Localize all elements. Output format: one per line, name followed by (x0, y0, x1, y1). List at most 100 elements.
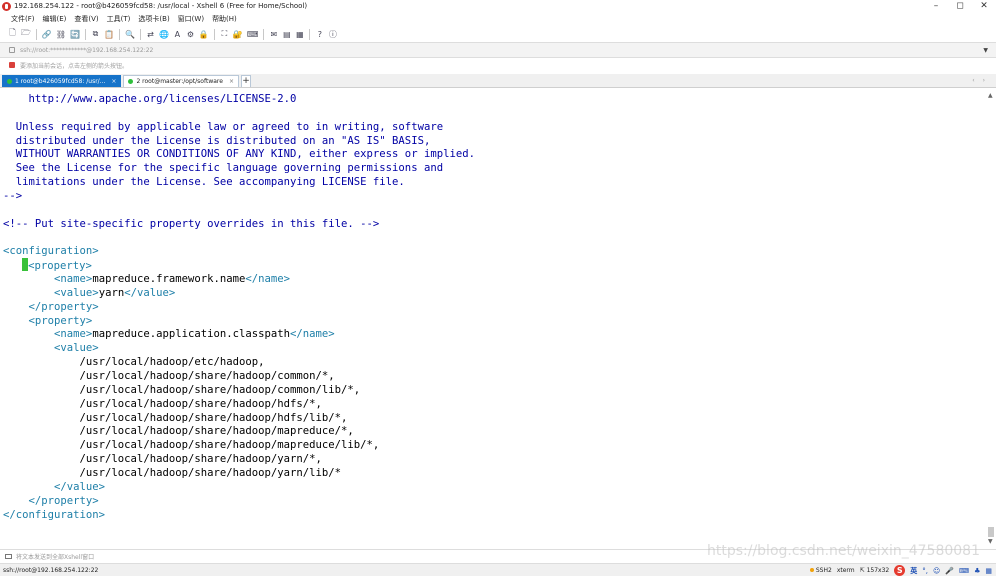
new-tab-button[interactable]: + (240, 75, 251, 87)
terminal-line: limitations under the License. See accom… (3, 176, 405, 189)
lock-icon[interactable]: 🔒 (198, 28, 210, 41)
terminal-line: distributed under the License is distrib… (3, 134, 431, 147)
tab-session-2[interactable]: 2 root@master:/opt/software × (123, 75, 239, 87)
scroll-up-icon[interactable]: ▲ (988, 92, 993, 99)
menu-edit[interactable]: 编辑(E) (43, 14, 67, 24)
toolbar-separator (85, 28, 87, 40)
close-tab-icon[interactable]: × (111, 78, 116, 85)
terminal-line: </value> (3, 480, 106, 493)
chevron-down-icon[interactable]: ▼ (983, 47, 988, 54)
connect-icon[interactable]: 🔗 (41, 28, 53, 41)
tab-session-1[interactable]: 1 root@b426059fcd58: /usr/... × (2, 75, 122, 87)
status-right-group: SSH2 xterm ⇱ 157x32 S 英 °, ☺ 🎤 ⌨ ♣ ▦ (809, 565, 992, 576)
terminal-line: <value>yarn</value> (54, 286, 176, 299)
toolbar-separator (309, 28, 311, 40)
transfer-icon[interactable]: ⇄ (145, 28, 156, 41)
terminal-scrollbar[interactable]: ▲ ▼ (986, 89, 996, 548)
keyboard-icon[interactable]: ⌨ (246, 28, 260, 41)
script-icon[interactable]: ▤ (281, 28, 292, 41)
terminal-line: <property> (3, 258, 92, 272)
terminal-line: --> (3, 189, 23, 202)
close-tab-icon[interactable]: × (229, 78, 234, 85)
menu-tools[interactable]: 工具(T) (107, 14, 131, 24)
connected-status-icon (7, 79, 12, 84)
toolbar-separator (139, 28, 141, 40)
reconnect-icon[interactable]: 🔄 (69, 28, 81, 41)
terminal-line: http://www.apache.org/licenses/LICENSE-2… (3, 93, 297, 105)
status-terminal-type: xterm (836, 567, 855, 574)
tools-icon[interactable]: ▦ (985, 567, 992, 575)
terminal-line: /usr/local/hadoop/share/hadoop/yarn/lib/… (3, 466, 342, 479)
terminal-line: /usr/local/hadoop/share/hadoop/hdfs/*, (3, 397, 322, 410)
disconnect-icon[interactable]: ⛓ (55, 28, 67, 41)
font-icon[interactable]: A (172, 28, 183, 41)
terminal-line: <name>mapreduce.framework.name</name> (54, 273, 291, 286)
scroll-down-icon[interactable]: ▼ (988, 538, 993, 545)
address-field[interactable]: ssh://root:************@192.168.254.122:… (20, 47, 153, 54)
toolbar-separator (213, 28, 215, 40)
minimize-button[interactable]: – (924, 0, 948, 12)
skin-icon[interactable]: ♣ (974, 567, 980, 575)
terminal-line: /usr/local/hadoop/share/hadoop/mapreduce… (3, 425, 354, 438)
address-bar[interactable]: ssh://root:************@192.168.254.122:… (0, 42, 996, 58)
scroll-thumb[interactable] (988, 527, 994, 537)
menu-help[interactable]: 帮助(H) (212, 14, 237, 24)
layout-icon[interactable]: ▦ (294, 28, 305, 41)
session-hint-text: 要添加当前会话，点击左侧的箭头按钮。 (20, 62, 129, 70)
terminal-line: See the License for the specific languag… (3, 162, 444, 175)
toolbar-separator (35, 28, 37, 40)
tab-scroll-arrows[interactable]: ‹ › (972, 77, 988, 84)
compose-icon[interactable]: ✉ (268, 28, 279, 41)
session-hint-bar: 要添加当前会话，点击左侧的箭头按钮。 (0, 58, 996, 72)
lock-icon (809, 568, 814, 572)
info-icon[interactable]: ⓘ (327, 28, 338, 41)
terminal-line: /usr/local/hadoop/share/hadoop/common/*, (3, 370, 335, 382)
microphone-icon[interactable]: 🎤 (945, 567, 954, 575)
compose-icon[interactable] (5, 554, 12, 559)
open-folder-icon[interactable]: 🗁 (20, 28, 32, 41)
keyboard-icon[interactable]: ⌨ (959, 567, 969, 575)
tunnel-icon[interactable]: ⚙ (185, 28, 196, 41)
lock-screen-icon[interactable]: 🔐 (232, 28, 244, 41)
terminal-output[interactable]: http://www.apache.org/licenses/LICENSE-2… (0, 89, 986, 548)
toolbar-separator (263, 28, 265, 40)
bookmark-icon[interactable] (9, 62, 15, 68)
menu-file[interactable]: 文件(F) (11, 14, 35, 24)
terminal-line: <name>mapreduce.application.classpath</n… (54, 328, 335, 341)
status-size: ⇱ 157x32 (859, 567, 890, 574)
terminal-line: <!-- Put site-specific property override… (3, 217, 380, 230)
status-connection: ssh://root@192.168.254.122:22 (3, 566, 99, 574)
menu-view[interactable]: 查看(V) (74, 14, 98, 24)
menu-window[interactable]: 窗口(W) (178, 14, 204, 24)
compose-bar-text: 将文本发送到全部Xshell窗口 (16, 554, 95, 561)
globe-icon[interactable]: 🌐 (158, 28, 170, 41)
terminal-line: /usr/local/hadoop/share/hadoop/mapreduce… (3, 439, 380, 452)
close-button[interactable]: ✕ (972, 0, 996, 12)
tab-label: 1 root@b426059fcd58: /usr/... (15, 78, 106, 85)
copy-icon[interactable]: ⧉ (90, 28, 101, 41)
fullscreen-icon[interactable]: ⛶ (219, 28, 230, 41)
maximize-button[interactable]: ◻ (948, 0, 972, 12)
new-session-icon[interactable]: 🗋 (7, 28, 18, 41)
window-controls: – ◻ ✕ (924, 0, 996, 12)
toolbar-separator (118, 28, 120, 40)
paste-icon[interactable]: 📋 (103, 28, 115, 41)
toolbar: 🗋 🗁 🔗 ⛓ 🔄 ⧉ 📋 🔍 ⇄ 🌐 A ⚙ 🔒 ⛶ 🔐 ⌨ ✉ ▤ ▦? ⓘ (0, 26, 996, 42)
terminal-line: /usr/local/hadoop/share/hadoop/yarn/*, (3, 453, 322, 466)
watermark: https://blog.csdn.net/weixin_47580081 (706, 543, 980, 559)
punctuation-icon[interactable]: °, (922, 567, 928, 575)
help-icon[interactable]: ? (314, 28, 325, 41)
find-icon[interactable]: 🔍 (124, 28, 136, 41)
terminal-line: Unless required by applicable law or agr… (3, 120, 444, 133)
terminal-line: WITHOUT WARRANTIES OR CONDITIONS OF ANY … (3, 148, 475, 161)
tab-label: 2 root@master:/opt/software (136, 78, 223, 85)
terminal-line: <configuration> (3, 245, 99, 258)
ime-language-indicator[interactable]: 英 (910, 566, 917, 576)
terminal-line: </property> (3, 494, 99, 507)
sogou-ime-icon[interactable]: S (894, 565, 906, 576)
terminal-line: /usr/local/hadoop/share/hadoop/common/li… (3, 383, 361, 396)
emoji-icon[interactable]: ☺ (933, 567, 940, 575)
status-protocol: SSH2 (809, 567, 832, 574)
menu-tab[interactable]: 选项卡(B) (138, 14, 169, 24)
lock-icon (9, 47, 15, 53)
